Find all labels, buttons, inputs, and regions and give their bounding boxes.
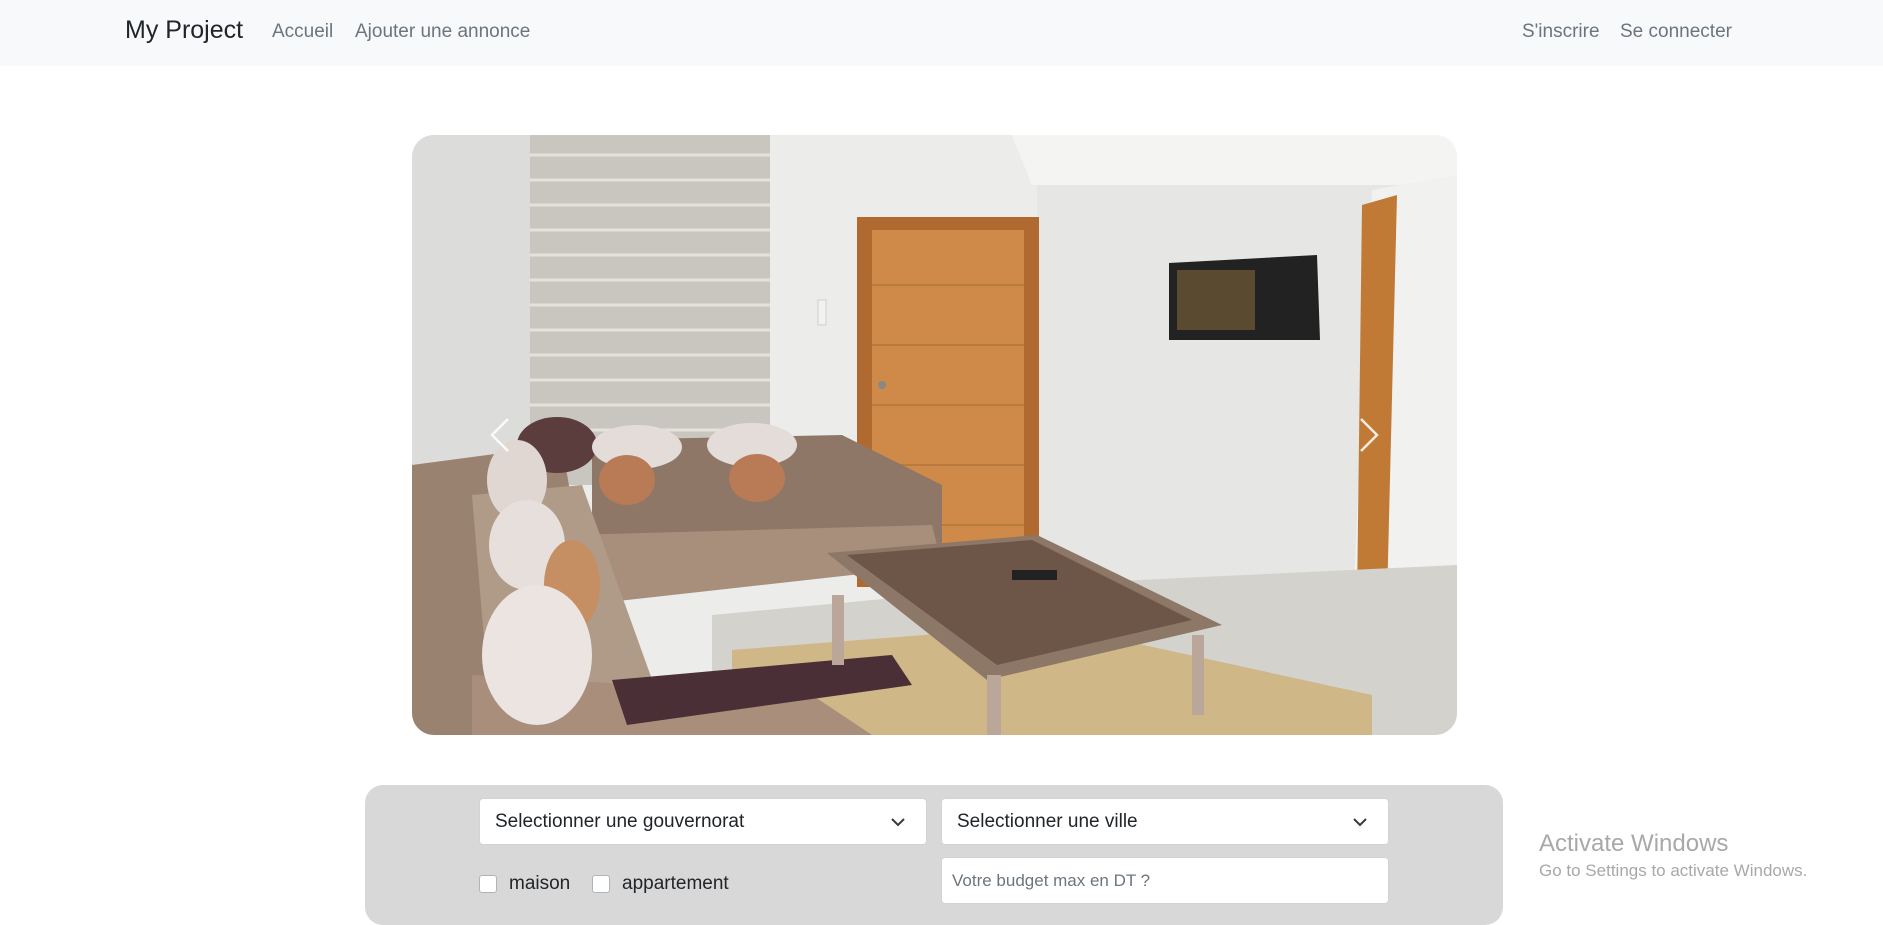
carousel-prev-button[interactable]: [472, 405, 532, 465]
carousel-next-button[interactable]: [1337, 405, 1397, 465]
gouvernorat-select[interactable]: Selectionner une gouvernorat: [479, 798, 927, 845]
chevron-right-icon: [1360, 418, 1379, 452]
ville-select[interactable]: Selectionner une ville: [941, 798, 1389, 845]
search-panel: Selectionner une gouvernorat Selectionne…: [365, 785, 1503, 925]
watermark-subtitle: Go to Settings to activate Windows.: [1539, 861, 1808, 880]
watermark-title: Activate Windows: [1539, 830, 1729, 857]
appartement-checkbox-box[interactable]: [592, 875, 610, 893]
nav-link-inscrire[interactable]: S'inscrire: [1522, 21, 1600, 43]
chevron-down-icon: [891, 818, 905, 827]
ville-select-value: Selectionner une ville: [957, 811, 1138, 832]
navbar: My Project Accueil Ajouter une annonce S…: [0, 0, 1883, 66]
image-carousel: [412, 135, 1457, 735]
activate-windows-watermark: Activate Windows Go to Settings to activ…: [1539, 830, 1807, 881]
nav-link-accueil[interactable]: Accueil: [272, 21, 333, 43]
maison-checkbox-box[interactable]: [479, 875, 497, 893]
chevron-left-icon: [490, 418, 509, 452]
nav-link-ajouter-annonce[interactable]: Ajouter une annonce: [355, 21, 530, 43]
appartement-checkbox-label[interactable]: appartement: [622, 873, 729, 895]
budget-input[interactable]: [941, 857, 1389, 904]
maison-checkbox-label[interactable]: maison: [509, 873, 570, 895]
nav-link-connecter[interactable]: Se connecter: [1620, 21, 1732, 43]
chevron-down-icon: [1353, 818, 1367, 827]
gouvernorat-select-value: Selectionner une gouvernorat: [495, 811, 745, 832]
living-room-photo: [412, 135, 1457, 735]
brand-link[interactable]: My Project: [125, 16, 243, 45]
